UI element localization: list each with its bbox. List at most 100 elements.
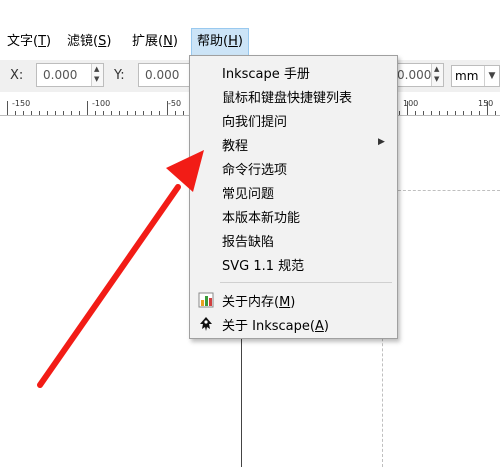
ruler-tick	[15, 111, 16, 115]
menu-item-label: SVG 1.1 规范	[222, 259, 305, 274]
memory-chart-icon	[198, 292, 214, 308]
spin-down-icon[interactable]: ▼	[434, 76, 439, 83]
ruler-tick	[127, 111, 128, 115]
ruler-label: -100	[92, 99, 111, 108]
ruler-tick	[55, 111, 56, 115]
menu-help[interactable]: 帮助(H)	[191, 28, 249, 56]
menu-item-label: 常见问题	[222, 187, 275, 202]
x-value: 0.000	[43, 68, 78, 82]
menu-item-label: 报告缺陷	[222, 235, 275, 250]
about-inkscape-accel: A	[314, 319, 324, 334]
ruler-tick	[23, 111, 24, 115]
menu-text-label: 文字(	[7, 34, 39, 49]
menu-separator	[220, 282, 392, 283]
menu-item-label: 关于 Inkscape(A)	[222, 315, 329, 334]
h-spin-arrows[interactable]: ▲ ▼	[431, 64, 443, 86]
ruler-tick	[63, 111, 64, 115]
unit-select[interactable]: mm ▼	[451, 65, 500, 87]
ruler-tick	[95, 111, 96, 115]
menu-extensions-close: )	[172, 34, 178, 49]
menu-text-close: )	[46, 34, 52, 49]
menu-filter-label: 滤镜(	[67, 34, 99, 49]
ruler-tick	[495, 111, 496, 115]
ruler-tick	[151, 111, 152, 115]
ruler-tick	[183, 111, 184, 115]
menu-help-label: 帮助(	[197, 34, 229, 49]
menu-item-faq[interactable]: 常见问题	[190, 180, 397, 204]
spin-down-icon[interactable]: ▼	[94, 76, 99, 83]
menu-extensions-label: 扩展(	[132, 34, 164, 49]
unit-value: mm	[455, 69, 479, 83]
ruler-tick	[111, 111, 112, 115]
menu-item-about-inkscape[interactable]: 关于 Inkscape(A)	[190, 312, 397, 336]
menu-item-about-memory[interactable]: 关于内存(M)	[190, 288, 397, 312]
menu-filter[interactable]: 滤镜(S)	[62, 28, 116, 56]
inkscape-logo-icon	[200, 317, 212, 331]
ruler-tick	[423, 111, 424, 115]
menu-item-svg-spec[interactable]: SVG 1.1 规范	[190, 252, 397, 276]
ruler-tick	[447, 111, 448, 115]
ruler-tick	[159, 111, 160, 115]
x-label: X:	[10, 68, 24, 83]
submenu-arrow-icon: ▶	[378, 137, 385, 147]
ruler-tick	[439, 111, 440, 115]
ruler-label: -150	[12, 99, 31, 108]
menu-help-accel: H	[228, 34, 238, 49]
menu-filter-close: )	[106, 34, 112, 49]
ruler-tick	[463, 111, 464, 115]
about-memory-close: )	[290, 295, 296, 310]
ruler-tick	[479, 111, 480, 115]
ruler-tick	[71, 111, 72, 115]
ruler-label: -50	[168, 99, 182, 108]
menu-item-label: 本版本新功能	[222, 211, 301, 226]
about-memory-accel: M	[279, 295, 291, 310]
menu-item-label: Inkscape 手册	[222, 67, 310, 82]
ruler-tick	[175, 111, 176, 115]
h-value: 0.000	[397, 68, 432, 82]
x-spin-arrows[interactable]: ▲ ▼	[91, 64, 103, 86]
menu-text[interactable]: 文字(T)	[2, 28, 56, 56]
menu-help-close: )	[237, 34, 243, 49]
ruler-tick	[415, 111, 416, 115]
menu-item-new-in-version[interactable]: 本版本新功能	[190, 204, 397, 228]
help-dropdown-menu: Inkscape 手册 鼠标和键盘快捷键列表 向我们提问 教程 ▶ 命令行选项 常…	[189, 55, 398, 339]
ruler-tick	[471, 111, 472, 115]
spin-up-icon[interactable]: ▲	[94, 66, 99, 73]
ruler-tick	[455, 111, 456, 115]
menubar: 文字(T) 滤镜(S) 扩展(N) 帮助(H)	[0, 28, 500, 56]
menu-item-keys-and-mouse[interactable]: 鼠标和键盘快捷键列表	[190, 84, 397, 108]
ruler-label: 100	[403, 99, 419, 108]
menu-text-accel: T	[38, 34, 47, 49]
ruler-tick	[431, 111, 432, 115]
menu-item-tutorials[interactable]: 教程 ▶	[190, 132, 397, 156]
menu-item-inkscape-manual[interactable]: Inkscape 手册	[190, 60, 397, 84]
chevron-down-icon[interactable]: ▼	[484, 66, 499, 86]
ruler-tick	[79, 111, 80, 115]
menu-extensions-accel: N	[163, 34, 173, 49]
ruler-tick	[7, 101, 8, 115]
menu-item-label: 教程	[222, 139, 249, 154]
menu-item-report-bug[interactable]: 报告缺陷	[190, 228, 397, 252]
menu-item-ask-question[interactable]: 向我们提问	[190, 108, 397, 132]
ruler-tick	[119, 111, 120, 115]
menu-extensions[interactable]: 扩展(N)	[127, 28, 183, 56]
x-spinbox[interactable]: 0.000 ▲ ▼	[36, 63, 104, 87]
ruler-tick	[87, 101, 88, 115]
ruler-tick	[39, 111, 40, 115]
page-guide-dashed-h	[398, 190, 500, 191]
ruler-tick	[103, 111, 104, 115]
menu-item-label: 鼠标和键盘快捷键列表	[222, 91, 353, 106]
ruler-tick	[399, 111, 400, 115]
about-inkscape-close: )	[323, 319, 329, 334]
menu-item-command-line-options[interactable]: 命令行选项	[190, 156, 397, 180]
about-inkscape-text: 关于 Inkscape(	[222, 319, 315, 334]
menu-item-label: 关于内存(M)	[222, 291, 295, 310]
ruler-tick	[135, 111, 136, 115]
ruler-tick	[47, 111, 48, 115]
ruler-tick	[31, 111, 32, 115]
about-memory-text: 关于内存(	[222, 295, 280, 310]
y-value: 0.000	[145, 68, 180, 82]
y-label: Y:	[114, 68, 125, 83]
annotation-arrow-shaft	[37, 184, 181, 388]
spin-up-icon[interactable]: ▲	[434, 66, 439, 73]
